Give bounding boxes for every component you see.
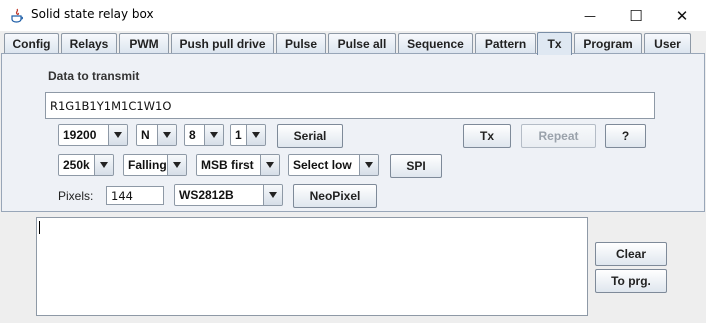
neopixel-button[interactable]: NeoPixel: [293, 184, 377, 208]
tab-pulse[interactable]: Pulse: [276, 33, 326, 53]
chip-select-polarity-select[interactable]: Select low: [288, 154, 379, 176]
maximize-button[interactable]: ☐: [613, 0, 659, 31]
clear-button[interactable]: Clear: [595, 242, 667, 266]
spi-speed-select[interactable]: 250k: [58, 154, 114, 176]
minimize-button[interactable]: —: [567, 0, 613, 31]
clock-edge-value: Falling: [124, 155, 168, 175]
tab-pattern[interactable]: Pattern: [475, 33, 536, 53]
pixels-input[interactable]: 144: [106, 186, 164, 205]
close-icon: ✕: [675, 6, 689, 25]
help-button[interactable]: ?: [605, 124, 646, 148]
clock-edge-select[interactable]: Falling: [123, 154, 187, 176]
tab-relays[interactable]: Relays: [61, 33, 117, 53]
parity-value: N: [137, 125, 158, 145]
tab-pulse-all[interactable]: Pulse all: [328, 33, 396, 53]
data-to-transmit-input[interactable]: R1G1B1Y1M1C1W1O: [45, 92, 655, 119]
led-chip-select[interactable]: WS2812B: [174, 184, 283, 206]
spi-speed-value: 250k: [59, 155, 95, 175]
chevron-down-icon: [264, 185, 282, 205]
window-title: Solid state relay box: [31, 7, 154, 21]
led-chip-value: WS2812B: [175, 185, 264, 205]
tx-button[interactable]: Tx: [463, 124, 511, 148]
tab-user[interactable]: User: [644, 33, 691, 53]
repeat-button[interactable]: Repeat: [521, 124, 596, 148]
data-bits-value: 8: [185, 125, 205, 145]
output-text-area[interactable]: [36, 217, 588, 316]
data-to-transmit-label: Data to transmit: [48, 69, 140, 83]
chevron-down-icon: [261, 155, 279, 175]
bit-order-select[interactable]: MSB first: [196, 154, 280, 176]
chevron-down-icon: [247, 125, 265, 145]
serial-button[interactable]: Serial: [277, 124, 343, 148]
tab-sequence[interactable]: Sequence: [398, 33, 473, 53]
baud-rate-select[interactable]: 19200: [58, 124, 128, 146]
java-app-icon: [11, 8, 24, 23]
chevron-down-icon: [360, 155, 378, 175]
to-program-button[interactable]: To prg.: [595, 269, 667, 293]
close-button[interactable]: ✕: [659, 0, 705, 31]
data-bits-select[interactable]: 8: [184, 124, 224, 146]
chevron-down-icon: [158, 125, 176, 145]
stop-bits-value: 1: [231, 125, 247, 145]
tab-program[interactable]: Program: [574, 33, 642, 53]
bit-order-value: MSB first: [197, 155, 261, 175]
chevron-down-icon: [95, 155, 113, 175]
minimize-icon: —: [584, 8, 596, 23]
chip-select-polarity-value: Select low: [289, 155, 360, 175]
tab-pwm[interactable]: PWM: [119, 33, 169, 53]
tab-tx[interactable]: Tx: [537, 32, 572, 55]
parity-select[interactable]: N: [136, 124, 177, 146]
text-caret: [39, 221, 40, 234]
baud-rate-value: 19200: [59, 125, 109, 145]
chevron-down-icon: [168, 155, 186, 175]
chevron-down-icon: [109, 125, 127, 145]
pixels-label: Pixels:: [58, 189, 94, 203]
stop-bits-select[interactable]: 1: [230, 124, 266, 146]
chevron-down-icon: [205, 125, 223, 145]
tab-config[interactable]: Config: [4, 33, 59, 53]
tab-push-pull-drive[interactable]: Push pull drive: [171, 33, 274, 53]
maximize-icon: ☐: [629, 6, 643, 25]
spi-button[interactable]: SPI: [390, 154, 442, 178]
